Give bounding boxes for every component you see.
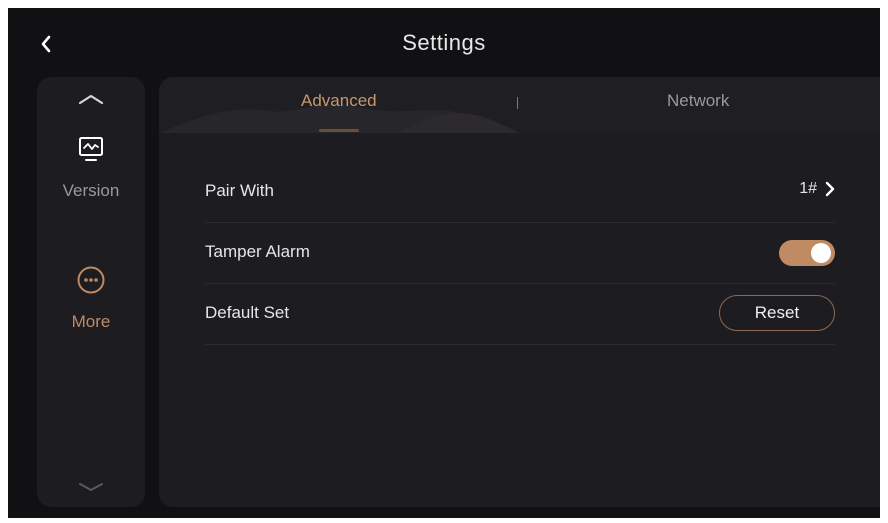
reset-button[interactable]: Reset [719,295,835,331]
tab-bar: Advanced Network [159,77,880,133]
main-panel: Advanced Network Pair With 1# Tamper Ala… [159,77,880,507]
active-tab-indicator [319,129,359,132]
wave-decoration [159,103,519,133]
settings-screen: Settings Version More Advanced Network P… [8,8,880,518]
pair-with-value-text: 1# [799,180,817,197]
tamper-alarm-row: Tamper Alarm [205,223,835,284]
tamper-alarm-label: Tamper Alarm [205,242,310,261]
more-dots-icon [75,264,107,296]
sidebar-item-version[interactable]: Version [37,133,145,223]
tamper-alarm-toggle[interactable] [779,240,835,266]
tab-network[interactable]: Network [667,91,729,111]
sidebar: Version More [37,77,145,507]
chevron-up-icon [78,94,104,105]
pair-with-value[interactable]: 1# [799,180,835,198]
scroll-up-button[interactable] [71,89,111,109]
default-set-row: Default Set Reset [205,284,835,345]
sidebar-item-label: Version [62,181,120,200]
pair-with-label: Pair With [205,181,274,200]
chevron-right-icon [825,181,835,197]
scroll-down-button[interactable] [71,477,111,497]
top-bar: Settings [8,8,880,76]
chevron-down-icon [79,483,103,491]
tab-advanced[interactable]: Advanced [301,91,377,111]
tab-divider [517,97,518,109]
sidebar-item-label: More [71,312,111,331]
pair-with-row[interactable]: Pair With 1# [205,162,835,223]
page-title: Settings [402,30,486,55]
default-set-label: Default Set [205,303,290,322]
sidebar-item-more[interactable]: More [37,264,145,354]
toggle-knob [811,243,831,263]
monitor-icon [75,133,107,165]
